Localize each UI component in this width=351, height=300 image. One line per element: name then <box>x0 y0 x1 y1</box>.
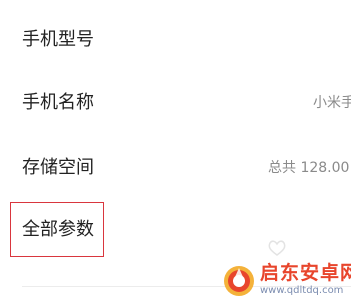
row-phone-model[interactable]: 手机型号 <box>0 12 351 68</box>
row-label-storage: 存储空间 <box>22 157 94 178</box>
highlight-box <box>10 202 104 257</box>
row-label-phone-name: 手机名称 <box>22 92 94 113</box>
watermark-title: 启东安卓网 <box>260 262 351 284</box>
row-label-phone-model: 手机型号 <box>22 29 94 50</box>
watermark: 启东安卓网 www.qdltdq.com <box>222 262 351 300</box>
row-storage[interactable]: 存储空间 总共 128.00 <box>0 140 351 196</box>
faint-heart-icon <box>268 240 286 256</box>
watermark-url: www.qdltdq.com <box>260 285 344 296</box>
watermark-logo-icon <box>224 266 254 296</box>
row-value-storage: 总共 128.00 <box>268 160 350 176</box>
row-value-phone-name: 小米手 <box>313 95 351 111</box>
row-phone-name[interactable]: 手机名称 小米手 <box>0 75 351 131</box>
